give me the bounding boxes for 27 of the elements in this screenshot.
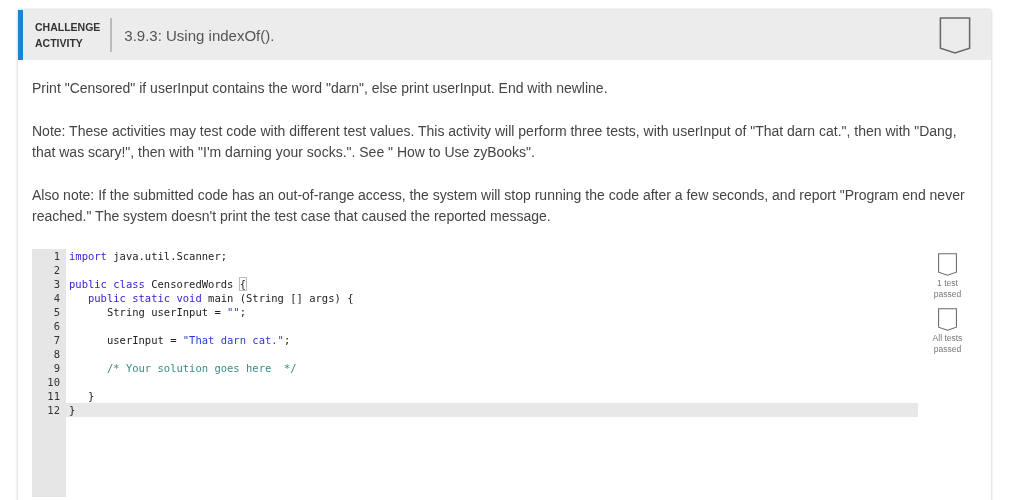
instruction-text: Note: These activities may test code with different test values. This activity will perform three tests, with userInput of "That darn cat.", then with "Dang, that was scary!", then with "I'm darning your socks.". See " How to Use zyBooks". [32, 122, 958, 162]
line-number: 7 [32, 333, 66, 347]
test-status-label: All tests passed [932, 333, 963, 355]
code-line: } [86, 389, 95, 403]
code-line: import java.util.Scanner; [68, 249, 228, 263]
line-number: 5 [32, 305, 66, 319]
code-line: String userInput = ""; [105, 305, 247, 319]
line-number: 11 [32, 389, 66, 403]
line-number: 6 [32, 319, 66, 333]
code-line: userInput = "That darn cat."; [105, 333, 291, 347]
code-editor[interactable] [32, 249, 918, 497]
line-number: 4 [32, 291, 66, 305]
code-line: public class CensoredWords { [68, 277, 246, 291]
line-number: 2 [32, 263, 66, 277]
code-line: public static void main (String [] args) { [86, 291, 354, 305]
line-number: 10 [32, 375, 66, 389]
code-line: /* Your solution goes here */ [105, 361, 297, 375]
activity-title: 3.9.3: Using indexOf(). [124, 26, 276, 44]
line-number: 3 [32, 277, 66, 291]
line-number: 8 [32, 347, 66, 361]
test-status-label: 1 test passed [933, 278, 962, 300]
instruction-text: Also note: If the submitted code has an out-of-range access, the system will stop running the code after a few seconds, and report "Program end never reached." The system doesn't print the test case that caused the reported message. [32, 186, 966, 226]
activity-label: CHALLENGE ACTIVITY [35, 20, 101, 51]
line-number: 1 [32, 249, 66, 263]
code-line: } [68, 403, 76, 417]
line-number: 9 [32, 361, 66, 375]
instruction-text: Print "Censored" if userInput contains the word "darn", else print userInput. End with newline. [32, 79, 609, 98]
